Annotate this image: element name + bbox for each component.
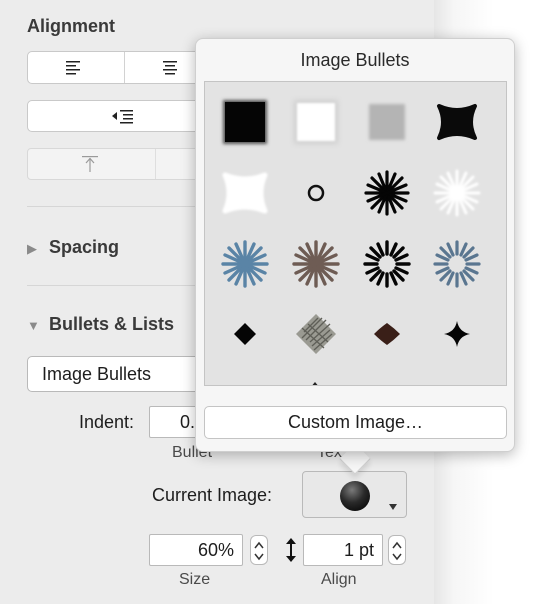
white-square-icon (294, 100, 338, 144)
bullet-style-value: Image Bullets (42, 364, 152, 384)
blue-sunburst-icon (433, 240, 481, 288)
size-stepper[interactable] (250, 535, 268, 565)
current-image-label: Current Image: (152, 485, 273, 505)
bullet-indent-field[interactable]: 0. (149, 406, 197, 438)
image-option[interactable] (215, 234, 275, 294)
align-left-icon (66, 61, 80, 75)
white-rounded-star-icon (222, 172, 268, 214)
image-option[interactable] (286, 163, 346, 223)
image-option[interactable] (357, 234, 417, 294)
align-top-icon (82, 156, 98, 172)
image-option[interactable] (286, 92, 346, 152)
small-ring-icon (307, 184, 325, 202)
bullet-style-popup[interactable]: Image Bullets (27, 356, 217, 392)
black-rounded-star-icon (437, 104, 477, 140)
black-starburst-icon (364, 170, 410, 216)
chevron-down-icon (389, 504, 397, 510)
gray-square-icon (369, 104, 405, 140)
segment-divider (155, 149, 156, 179)
align-left-button[interactable] (64, 59, 84, 80)
image-option[interactable] (357, 163, 417, 223)
indent-label: Indent: (79, 412, 135, 432)
disclosure-down-icon: ▼ (27, 318, 40, 333)
segment-divider (124, 52, 125, 83)
image-option[interactable] (286, 234, 346, 294)
decrease-indent-icon (112, 110, 133, 124)
align-top-button[interactable] (80, 155, 100, 178)
image-option[interactable] (357, 92, 417, 152)
black-sunburst-icon (363, 240, 411, 288)
image-option[interactable] (427, 92, 487, 152)
image-option[interactable] (215, 163, 275, 223)
vertical-alignment-control (27, 148, 217, 180)
blue-starburst-icon (221, 240, 269, 288)
align-center-icon (163, 61, 177, 75)
current-image-well[interactable] (302, 471, 407, 518)
size-label: Size (179, 571, 211, 588)
size-field[interactable]: 60% (149, 534, 243, 566)
image-bullet-grid (204, 81, 507, 386)
sketch-diamond-icon (296, 314, 336, 354)
white-starburst-icon (433, 169, 481, 217)
alignment-heading: Alignment (27, 16, 115, 36)
stepper-arrows-icon (254, 541, 264, 561)
black-diamond-icon (234, 323, 256, 345)
indent-segmented-control (27, 100, 217, 132)
alignment-segmented-control (27, 51, 217, 84)
spacing-disclosure[interactable]: ▶ Spacing (27, 237, 119, 258)
scroll-overflow-indicator (308, 377, 322, 385)
image-option[interactable] (215, 304, 275, 364)
align-stepper[interactable] (388, 535, 406, 565)
decrease-indent-button[interactable] (110, 107, 136, 130)
align-center-button[interactable] (161, 59, 181, 80)
image-option[interactable] (286, 304, 346, 364)
black-four-point-star-icon (444, 321, 470, 347)
stepper-arrows-icon (392, 541, 402, 561)
brown-diamond-icon (374, 323, 400, 345)
image-option[interactable] (427, 304, 487, 364)
align-field[interactable]: 1 pt (303, 534, 383, 566)
image-option[interactable] (427, 234, 487, 294)
image-option[interactable] (215, 92, 275, 152)
custom-image-button[interactable]: Custom Image… (204, 406, 507, 439)
disclosure-right-icon: ▶ (27, 241, 37, 256)
align-label: Align (321, 571, 357, 588)
image-option[interactable] (427, 163, 487, 223)
brown-starburst-icon (292, 240, 340, 288)
popover-title: Image Bullets (300, 50, 410, 70)
bullets-lists-disclosure[interactable]: ▼ Bullets & Lists (27, 314, 174, 335)
image-option[interactable] (357, 304, 417, 364)
spacing-heading: Spacing (49, 237, 120, 257)
black-square-icon (223, 100, 267, 144)
bullets-lists-heading: Bullets & Lists (49, 314, 175, 334)
vertical-offset-icon (283, 536, 299, 569)
current-bullet-image-icon (340, 481, 370, 511)
